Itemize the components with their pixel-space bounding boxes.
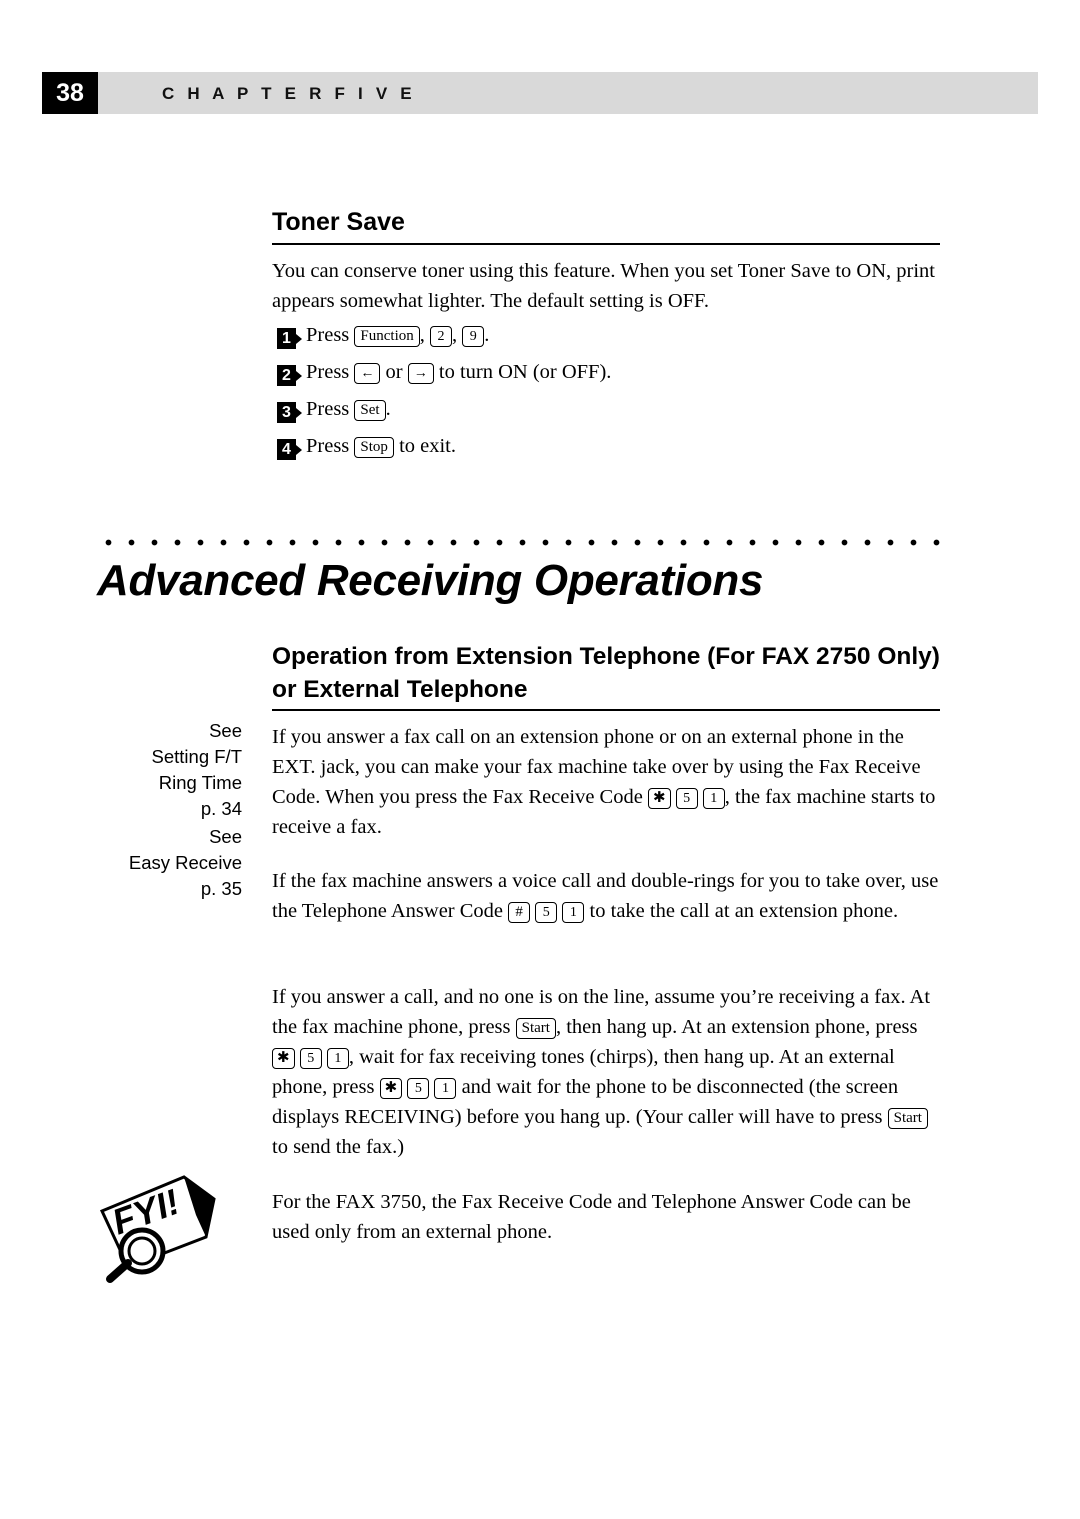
key-1-3[interactable]: 1 <box>326 1048 349 1069</box>
subsection-heading-line-2: or External Telephone <box>272 676 528 703</box>
toner-save-step-4: 4 Press Stop to exit. <box>277 432 456 461</box>
body-p2-text-b: to take the call at an extension phone. <box>589 900 899 922</box>
chapter-label: C H A P T E R F I V E <box>162 84 416 103</box>
key-start-1[interactable]: Start <box>515 1018 556 1039</box>
step-4-text-b: to exit. <box>399 435 456 457</box>
key-5-3[interactable]: 5 <box>299 1048 322 1069</box>
step-4-text-a: Press <box>306 435 350 457</box>
step-3-period: . <box>385 398 391 420</box>
heading-toner-save-rule <box>272 243 940 245</box>
key-left-arrow[interactable]: ← <box>354 363 381 384</box>
key-9[interactable]: 9 <box>462 326 485 347</box>
margin-note-2-line-1: See <box>209 826 242 847</box>
key-hash[interactable]: # <box>508 902 531 923</box>
step-number-4: 4 <box>277 439 302 460</box>
margin-note-1-line-3: Ring Time <box>158 772 242 793</box>
key-1-1[interactable]: 1 <box>702 788 725 809</box>
step-1-comma-1: , <box>419 324 425 346</box>
margin-note-1-page: p. 34 <box>200 798 242 819</box>
subsection-heading: Operation from Extension Telephone (For … <box>272 640 944 706</box>
dotted-divider <box>97 538 940 547</box>
body-paragraph-1: If you answer a fax call on an extension… <box>272 722 942 842</box>
margin-note-1-line-2: Setting F/T <box>151 746 242 767</box>
step-1-period: . <box>484 324 490 346</box>
toner-save-intro: You can conserve toner using this featur… <box>272 260 935 312</box>
step-1-text-a: Press <box>306 324 350 346</box>
body-paragraph-3: If you answer a call, and no one is on t… <box>272 982 944 1162</box>
margin-note-2-page: p. 35 <box>200 878 242 899</box>
margin-note-setting-ft: See Setting F/T Ring Time p. 34 <box>52 718 242 822</box>
key-set[interactable]: Set <box>354 400 386 421</box>
key-5-2[interactable]: 5 <box>535 902 558 923</box>
key-1-4[interactable]: 1 <box>434 1078 457 1099</box>
toner-save-step-3: 3 Press Set. <box>277 395 391 424</box>
margin-note-2-line-2: Easy Receive <box>128 852 242 873</box>
margin-note-easy-receive: See Easy Receive p. 35 <box>52 824 242 902</box>
step-2-or: or <box>385 361 403 383</box>
key-5-1[interactable]: 5 <box>675 788 698 809</box>
key-asterisk-2[interactable]: ✱ <box>272 1048 295 1069</box>
step-2-text-b: to turn ON (or OFF). <box>438 361 612 383</box>
key-asterisk-1[interactable]: ✱ <box>647 788 671 809</box>
subsection-heading-line-1: Operation from Extension Telephone (For … <box>272 643 940 670</box>
body-p3-text-b: , then hang up. At an extension phone, p… <box>555 1016 918 1038</box>
step-number-1: 1 <box>277 328 302 349</box>
fyi-icon: FYI! <box>88 1163 228 1283</box>
key-stop[interactable]: Stop <box>354 437 394 458</box>
toner-save-step-2: 2 Press ← or → to turn ON (or OFF). <box>277 358 611 387</box>
toner-save-step-1: 1 Press Function, 2, 9. <box>277 321 489 350</box>
step-1-comma-2: , <box>452 324 458 346</box>
key-asterisk-3[interactable]: ✱ <box>379 1078 403 1099</box>
step-2-text-a: Press <box>306 361 350 383</box>
section-title: Advanced Receiving Operations <box>97 556 764 605</box>
key-start-2[interactable]: Start <box>887 1108 928 1129</box>
step-number-3: 3 <box>277 402 302 423</box>
margin-note-1-line-1: See <box>209 720 242 741</box>
page-header: 38 C H A P T E R F I V E <box>42 72 1038 114</box>
page-number: 38 <box>56 79 84 107</box>
key-2[interactable]: 2 <box>430 326 453 347</box>
key-right-arrow[interactable]: → <box>407 363 434 384</box>
body-paragraph-2: If the fax machine answers a voice call … <box>272 866 942 926</box>
body-p3-text-e: to send the fax.) <box>272 1136 405 1158</box>
key-1-2[interactable]: 1 <box>562 902 585 923</box>
body-paragraph-4: For the FAX 3750, the Fax Receive Code a… <box>272 1191 911 1243</box>
step-number-2: 2 <box>277 365 302 386</box>
step-3-text-a: Press <box>306 398 350 420</box>
subsection-heading-rule <box>272 709 940 711</box>
heading-toner-save: Toner Save <box>272 208 405 236</box>
key-5-4[interactable]: 5 <box>407 1078 430 1099</box>
key-function[interactable]: Function <box>354 326 420 347</box>
